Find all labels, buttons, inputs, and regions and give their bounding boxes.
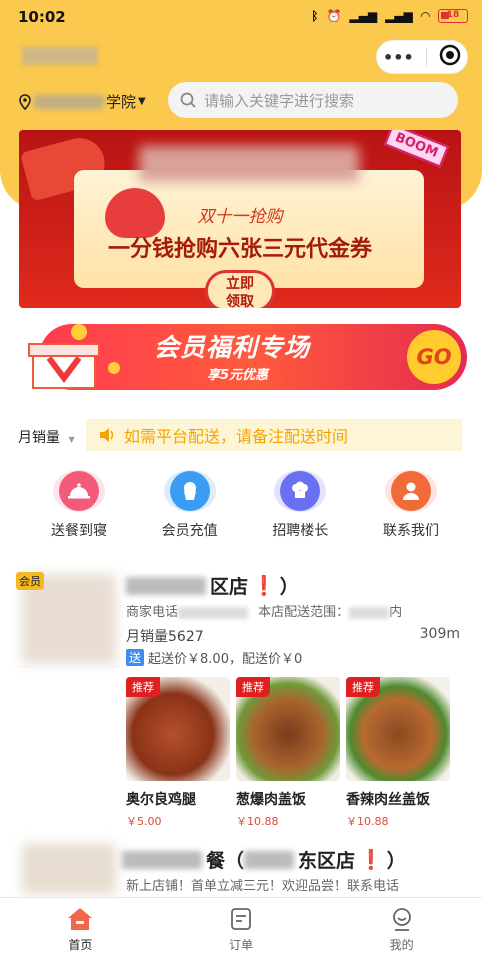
exclamation-icon: ❗ — [359, 849, 383, 871]
wifi-icon: ◠ — [420, 9, 430, 23]
banner-title-redacted — [139, 146, 359, 182]
store-logo — [22, 844, 116, 894]
location-label: 学院 — [106, 93, 137, 111]
home-icon — [68, 908, 93, 930]
search-icon — [180, 92, 196, 108]
divider — [18, 666, 118, 667]
banner-title: 一分钱抢购六张三元代金券 — [107, 237, 372, 262]
close-icon[interactable] — [439, 44, 461, 70]
alarm-icon: ⏰ — [326, 9, 342, 23]
status-time: 10:02 — [18, 8, 66, 26]
location-selector[interactable]: 学院 ▼ — [18, 91, 146, 112]
person-icon — [390, 471, 431, 511]
chef-hat-icon — [280, 471, 321, 511]
tab-profile[interactable]: 我的 — [362, 898, 442, 962]
recommend-badge: 推荐 — [346, 677, 380, 697]
store-name-redacted — [122, 850, 202, 869]
claim-button[interactable]: 立即 领取 — [205, 270, 275, 308]
recommend-badge: 推荐 — [236, 677, 270, 697]
category-label: 联系我们 — [382, 523, 439, 539]
store-name: 区店 ❗ ） — [126, 572, 299, 599]
category-label: 会员充值 — [161, 523, 218, 539]
monthly-sales: 月销量5627 — [126, 629, 204, 645]
location-name-redacted — [34, 94, 104, 109]
category-row: 送餐到寝 会员充值 招聘楼长 联系我们 — [40, 470, 450, 540]
promo-banner-coupon[interactable]: BOOM 双十一抢购 一分钱抢购六张三元代金券 立即 领取 — [19, 130, 461, 308]
caret-down-icon: ▼ — [68, 435, 75, 444]
member-banner-title: 会员福利专场 — [154, 333, 311, 362]
member-banner-subtitle: 享5元优惠 — [207, 368, 269, 383]
signal-hd1-icon: ▂▄▆ — [349, 9, 378, 23]
dish-price: ￥10.88 — [236, 815, 279, 828]
more-icon[interactable]: ••• — [383, 48, 414, 67]
dish-price: ￥10.88 — [346, 815, 389, 828]
dish-card[interactable]: 推荐 香辣肉丝盖饭 ￥10.88 — [346, 677, 450, 829]
signal-hd2-icon: ▂▄▆ — [385, 9, 413, 23]
boom-badge: BOOM — [383, 130, 450, 168]
exclamation-icon: ❗ — [252, 575, 276, 597]
delivery-info: 送 起送价￥8.00，配送价￥0 — [126, 648, 302, 667]
store-intro: 新上店铺！首单立减三元！欢迎品尝！联系电话 — [126, 879, 400, 894]
miniprogram-capsule[interactable]: ••• — [376, 40, 468, 74]
search-input[interactable]: 请输入关键字进行搜索 — [168, 82, 458, 118]
notice-bar: 如需平台配送，请备注配送时间 — [86, 419, 462, 451]
store-distance: 309m — [419, 626, 460, 642]
dish-name: 奥尔良鸡腿 — [126, 792, 196, 808]
store-card[interactable]: 餐（ 东区店 ❗ ） 新上店铺！首单立减三元！欢迎品尝！联系电话 — [0, 840, 482, 897]
location-pin-icon — [19, 93, 31, 110]
category-delivery[interactable]: 送餐到寝 — [40, 470, 118, 540]
page-title-redacted — [22, 47, 98, 65]
dish-card[interactable]: 推荐 奥尔良鸡腿 ￥5.00 — [126, 677, 230, 829]
gift-box-icon — [28, 324, 120, 389]
sort-notice-row: 月销量 ▼ 如需平台配送，请备注配送时间 — [18, 419, 462, 451]
status-bar: 10:02 ᛒ ⏰ ▂▄▆ ▂▄▆ ◠ 18 — [0, 0, 482, 34]
store-name-redacted — [126, 576, 206, 595]
tab-orders[interactable]: 订单 — [201, 898, 281, 962]
status-icons: ᛒ ⏰ ▂▄▆ ▂▄▆ ◠ 18 — [311, 9, 468, 23]
dish-image: 推荐 — [126, 677, 230, 781]
category-recharge[interactable]: 会员充值 — [151, 470, 229, 540]
dish-card[interactable]: 推荐 葱爆肉盖饭 ￥10.88 — [236, 677, 340, 829]
search-placeholder: 请输入关键字进行搜索 — [204, 91, 355, 110]
dish-image: 推荐 — [236, 677, 340, 781]
banner-subtitle: 双十一抢购 — [197, 207, 283, 227]
sort-dropdown[interactable]: 月销量 ▼ — [18, 427, 75, 447]
category-label: 招聘楼长 — [272, 523, 329, 539]
dish-price: ￥5.00 — [126, 815, 162, 828]
store-name: 餐（ 东区店 ❗ ） — [122, 846, 406, 873]
profile-icon — [392, 908, 411, 931]
delivery-tag: 送 — [126, 649, 145, 666]
category-contact[interactable]: 联系我们 — [372, 470, 450, 540]
capsule-divider — [425, 48, 427, 66]
food-cover-icon — [59, 471, 99, 511]
recommend-badge: 推荐 — [126, 677, 160, 697]
speaker-icon — [100, 428, 114, 442]
order-icon — [231, 908, 251, 930]
member-benefits-banner[interactable]: 会员福利专场 享5元优惠 GO — [19, 318, 469, 396]
category-label: 送餐到寝 — [51, 523, 107, 539]
dish-image: 推荐 — [346, 677, 450, 781]
chevron-down-icon: ▼ — [138, 96, 146, 107]
cupcake-icon — [169, 471, 210, 511]
member-badge: 会员 — [16, 572, 44, 590]
dish-name: 葱爆肉盖饭 — [236, 792, 306, 808]
category-recruit[interactable]: 招聘楼长 — [261, 470, 339, 540]
tab-bar: 首页 订单 我的 — [0, 897, 482, 962]
notice-text: 如需平台配送，请备注配送时间 — [124, 427, 349, 446]
store-contact-line: 商家电话 本店配送范围：内 — [126, 605, 403, 620]
bluetooth-icon: ᛒ — [311, 9, 319, 23]
dish-name: 香辣肉丝盖饭 — [346, 792, 430, 808]
battery-icon: 18 — [438, 9, 468, 23]
tab-home[interactable]: 首页 — [40, 898, 120, 962]
go-button[interactable]: GO — [407, 330, 461, 384]
